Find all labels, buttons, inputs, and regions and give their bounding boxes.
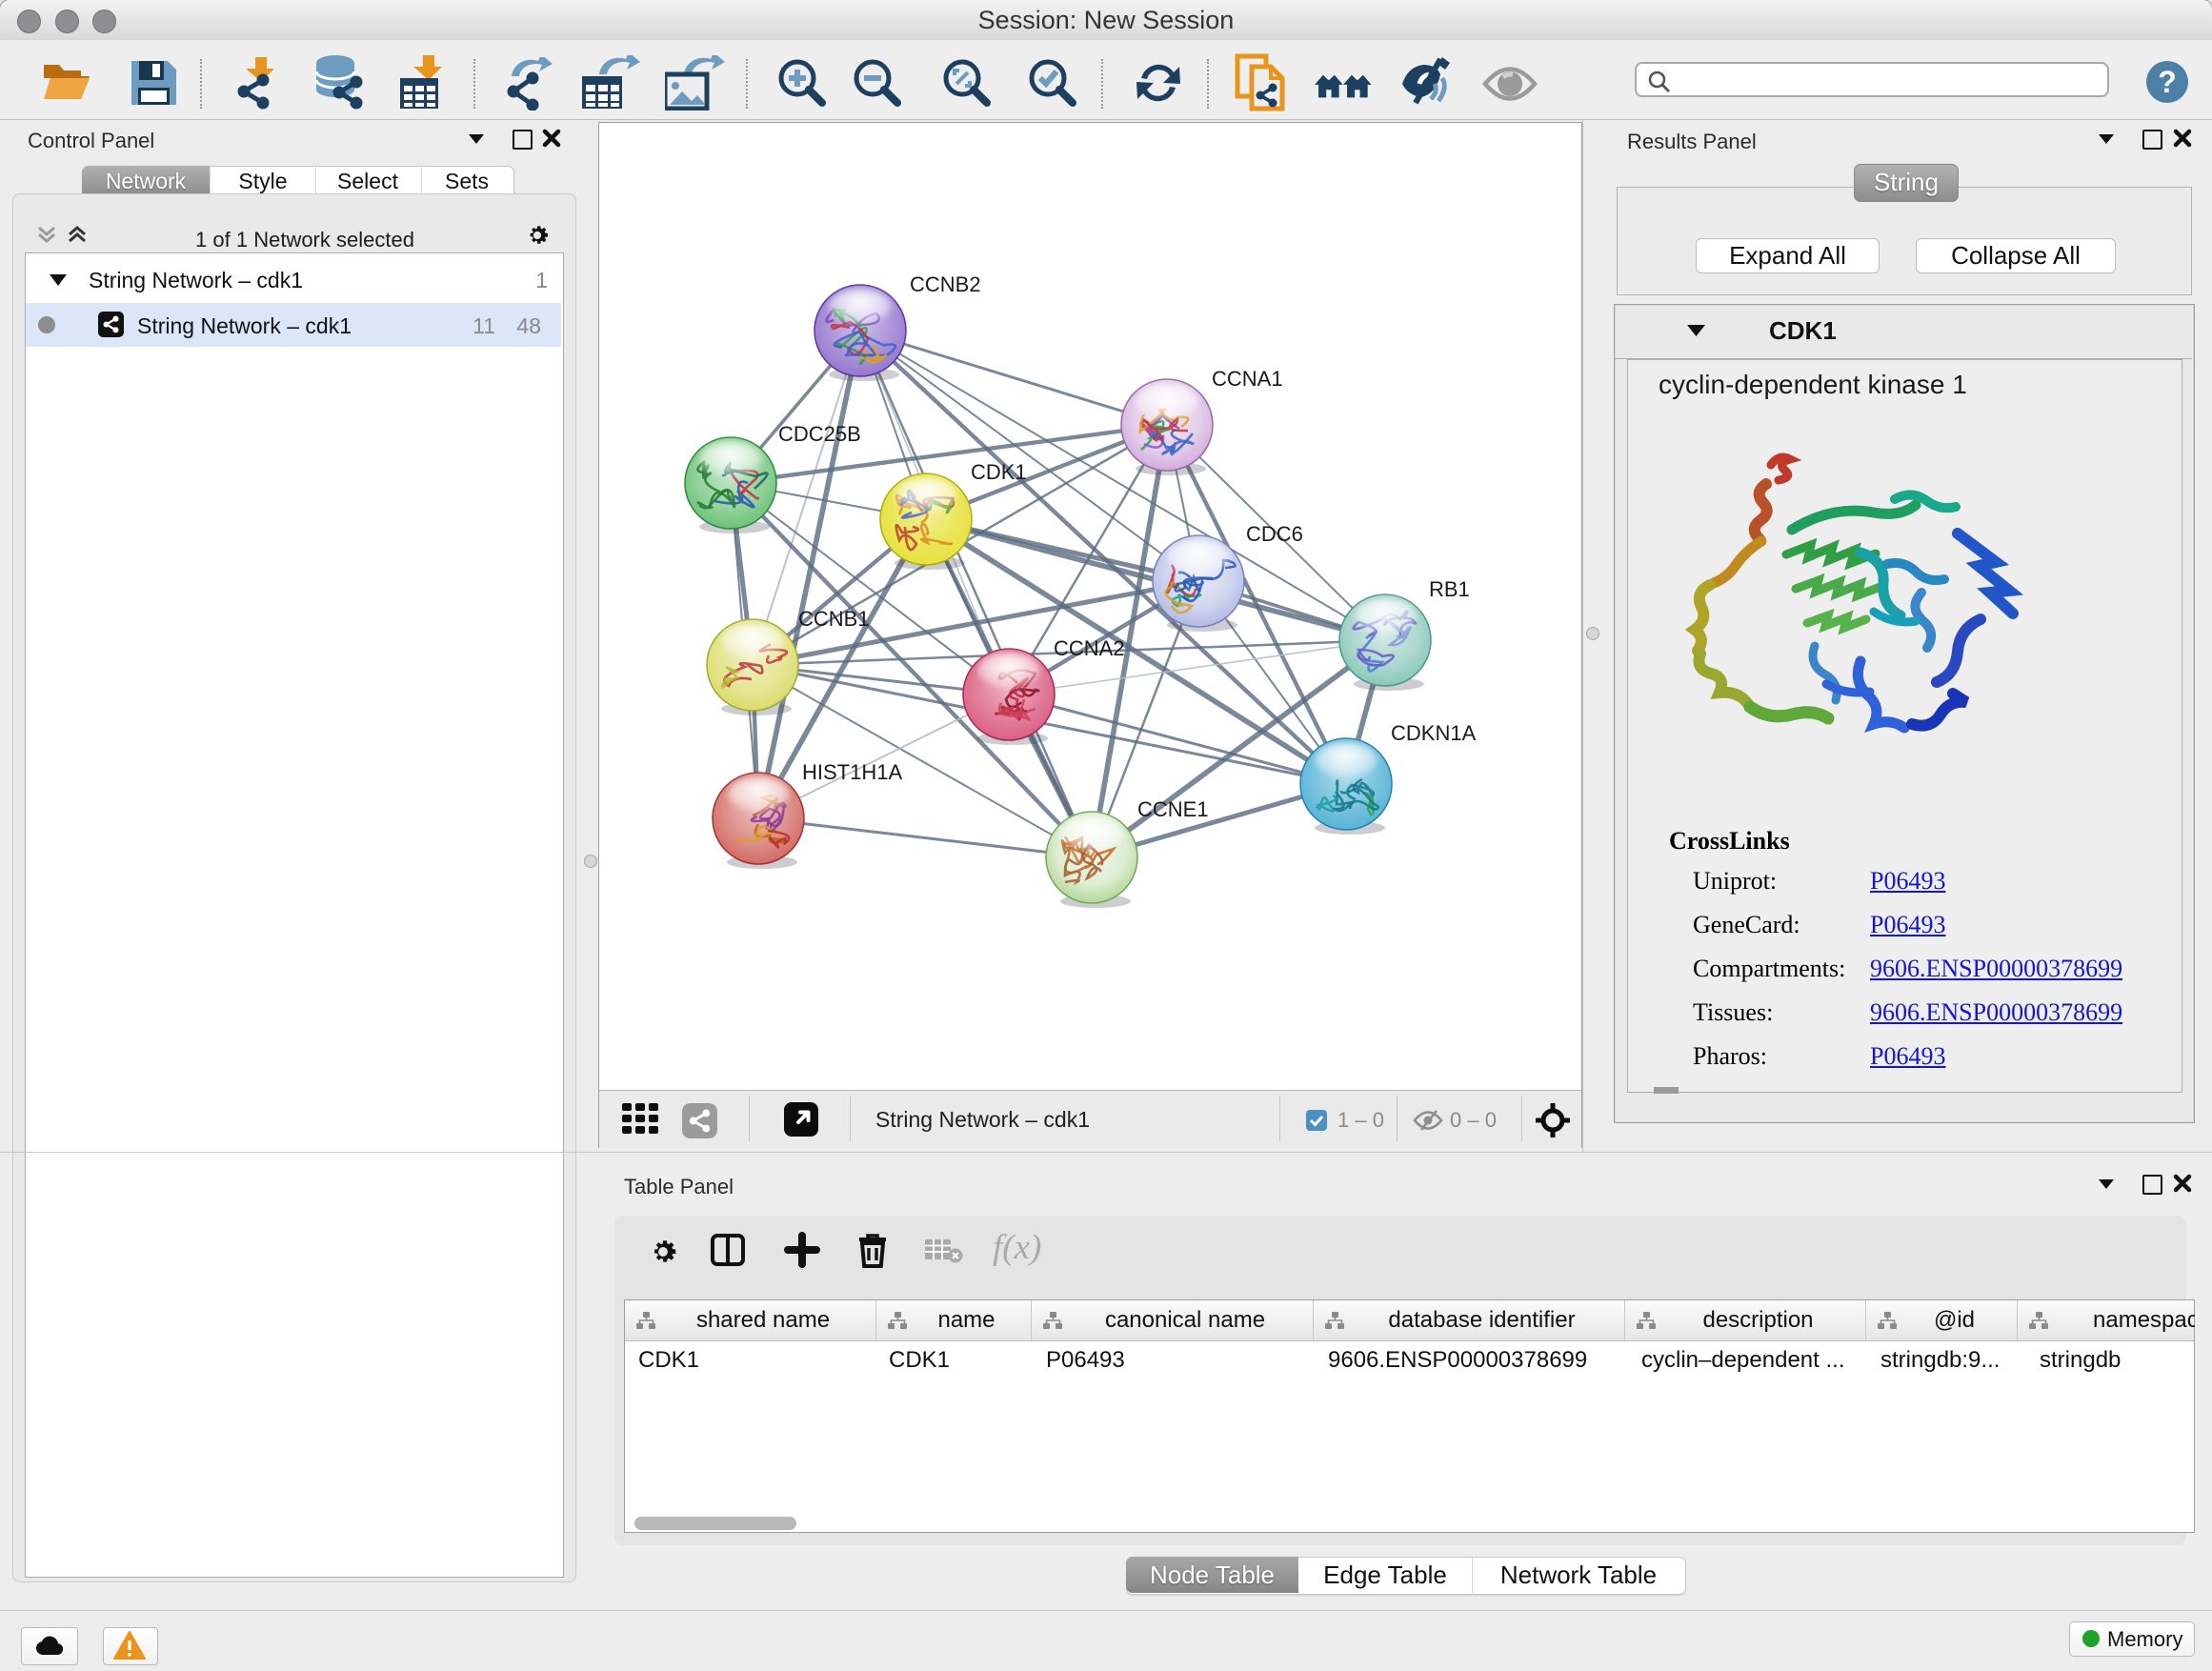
svg-text:CCNA2: CCNA2 [1054,636,1125,660]
svg-text:?: ? [2158,65,2177,99]
svg-text:CDK1: CDK1 [971,460,1027,484]
svg-text:CDC6: CDC6 [1246,522,1303,546]
svg-text:CCNE1: CCNE1 [1137,797,1209,821]
svg-text:CDKN1A: CDKN1A [1391,721,1477,745]
svg-text:CCNA1: CCNA1 [1212,367,1283,391]
svg-text:HIST1H1A: HIST1H1A [802,760,902,784]
svg-text:CCNB2: CCNB2 [910,272,981,296]
svg-text:RB1: RB1 [1429,577,1470,601]
svg-text:CCNB1: CCNB1 [798,607,870,631]
svg-text:CDC25B: CDC25B [778,422,861,446]
